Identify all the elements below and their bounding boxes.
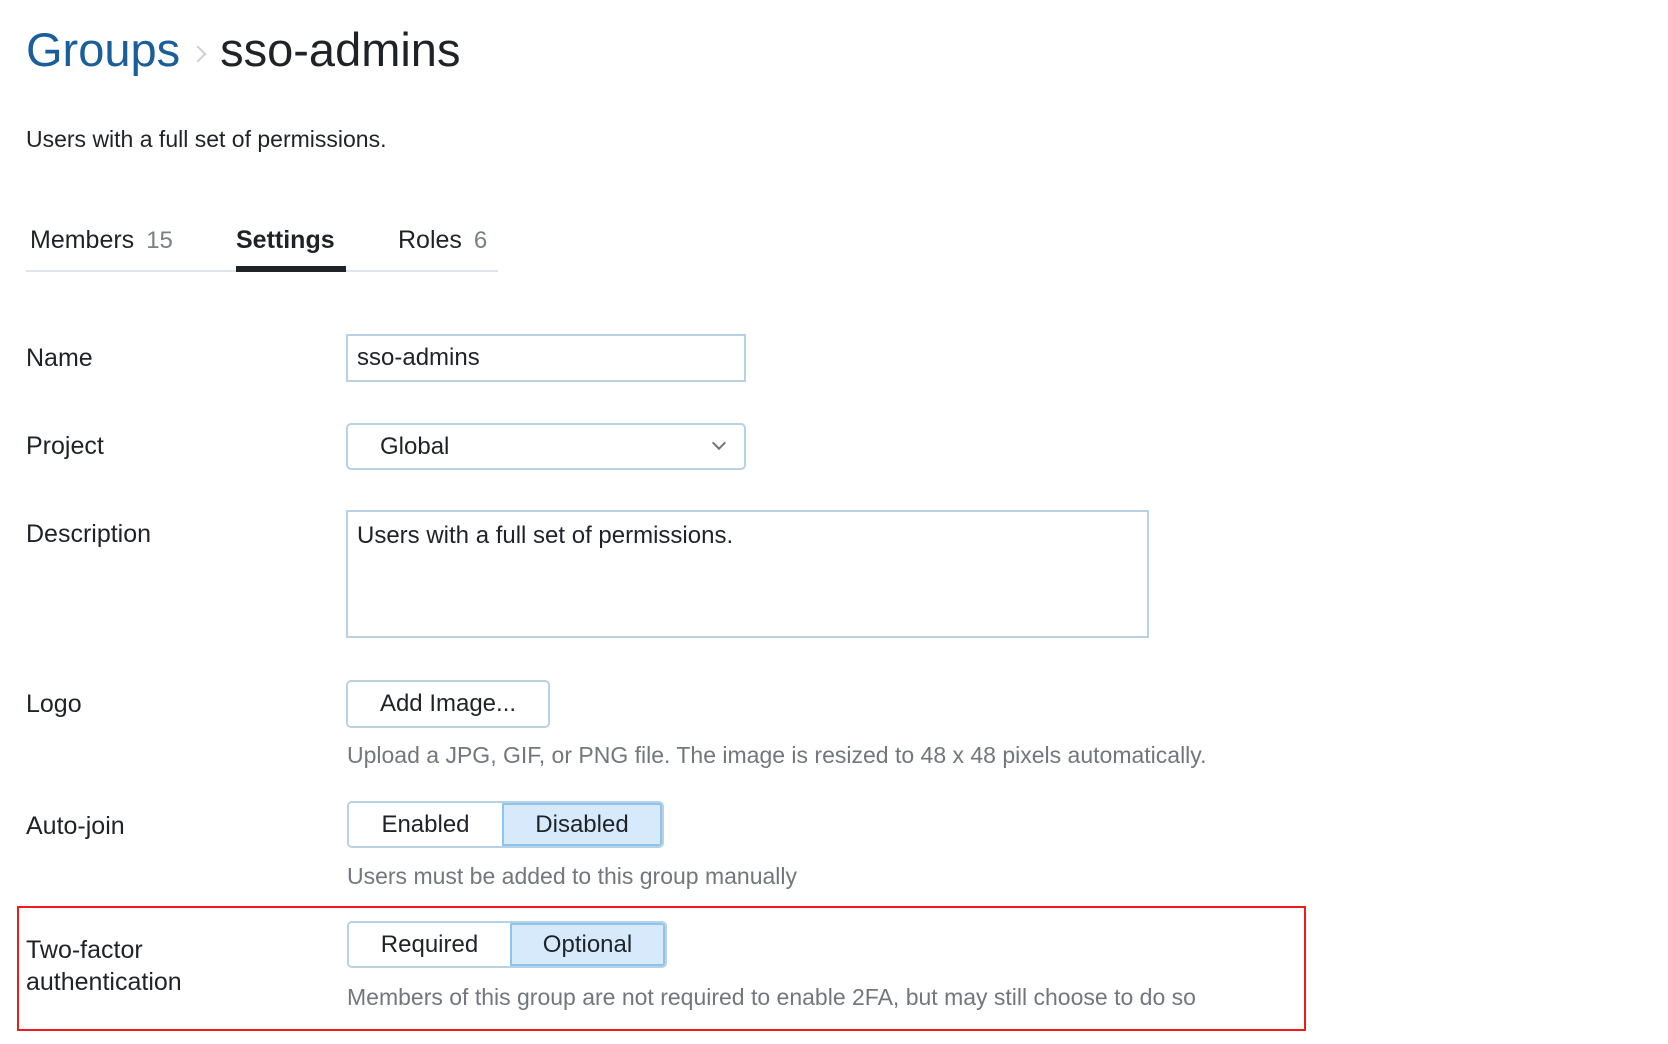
tab-members-count: 15 <box>146 227 173 254</box>
tab-roles-count: 6 <box>473 227 488 254</box>
two-factor-optional-option[interactable]: Optional <box>510 923 665 966</box>
tab-settings-label: Settings <box>236 226 335 254</box>
breadcrumb: Groups sso-admins <box>26 22 460 78</box>
logo-hint: Upload a JPG, GIF, or PNG file. The imag… <box>347 742 1207 768</box>
page-title: sso-admins <box>220 23 461 76</box>
two-factor-label-line2: authentication <box>26 968 182 996</box>
auto-join-label: Auto-join <box>26 812 125 840</box>
tab-roles-label: Roles <box>398 226 462 254</box>
two-factor-hint: Members of this group are not required t… <box>347 984 1196 1010</box>
two-factor-required-option[interactable]: Required <box>349 923 510 966</box>
project-selected-value: Global <box>380 433 450 460</box>
logo-label: Logo <box>26 690 82 718</box>
chevron-down-icon <box>711 435 727 451</box>
auto-join-toggle: Enabled Disabled <box>347 801 664 848</box>
tab-bar: Members 15 Settings Roles 6 <box>26 218 498 272</box>
description-textarea[interactable]: Users with a full set of permissions. <box>346 510 1149 638</box>
tab-roles[interactable]: Roles 6 <box>398 218 487 270</box>
description-label: Description <box>26 520 152 548</box>
auto-join-hint: Users must be added to this group manual… <box>347 863 798 889</box>
two-factor-label: Two-factor authentication <box>26 934 182 998</box>
name-label: Name <box>26 344 93 372</box>
project-label: Project <box>26 432 104 460</box>
group-description-text: Users with a full set of permissions. <box>26 126 387 152</box>
two-factor-label-line1: Two-factor <box>26 936 143 964</box>
two-factor-toggle: Required Optional <box>347 921 667 968</box>
auto-join-enabled-option[interactable]: Enabled <box>349 803 502 846</box>
add-image-button[interactable]: Add Image... <box>346 680 550 728</box>
tab-members-label: Members <box>30 226 135 254</box>
name-input[interactable] <box>346 334 746 382</box>
chevron-right-icon <box>189 45 207 63</box>
project-select[interactable]: Global <box>346 423 746 470</box>
tab-settings[interactable]: Settings <box>236 218 346 272</box>
breadcrumb-groups-link[interactable]: Groups <box>26 22 180 78</box>
auto-join-disabled-option[interactable]: Disabled <box>502 803 662 846</box>
tab-members[interactable]: Members 15 <box>30 218 173 270</box>
